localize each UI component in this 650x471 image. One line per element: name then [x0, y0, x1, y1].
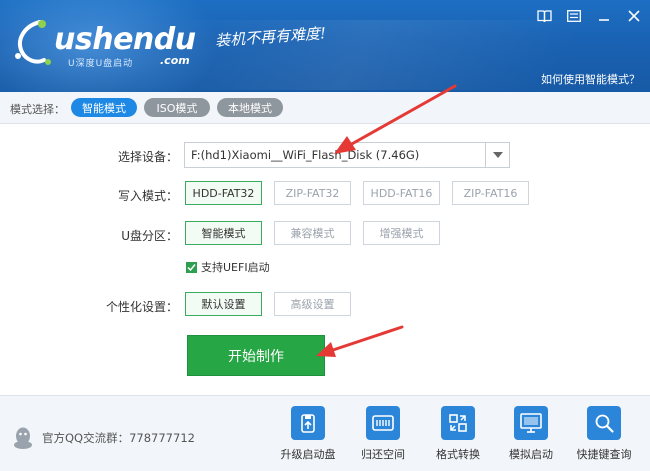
option-label: HDD-FAT16 — [370, 186, 433, 200]
tool-label: 归还空间 — [361, 448, 405, 461]
partition-label: U盘分区： — [121, 229, 178, 243]
minimize-button[interactable] — [596, 8, 612, 24]
tool-upgrade-usb[interactable]: 升级启动盘 — [273, 406, 343, 462]
hotkey-search-icon — [587, 406, 621, 440]
partition-option-smart[interactable]: 智能模式 — [185, 221, 262, 245]
option-label: HDD-FAT32 — [192, 186, 255, 200]
tab-smart-mode[interactable]: 智能模式 — [71, 98, 137, 117]
device-select[interactable]: F:(hd1)Xiaomi__WiFi_Flash_Disk (7.46G) — [184, 142, 510, 168]
option-label: 默认设置 — [201, 298, 246, 311]
window-controls — [536, 8, 642, 24]
tool-label: 升级启动盘 — [280, 448, 336, 461]
manual-button[interactable] — [536, 8, 552, 24]
logo-swirl-icon — [15, 20, 51, 65]
personal-option-advanced[interactable]: 高级设置 — [274, 292, 351, 316]
write-option-hdd-fat16[interactable]: HDD-FAT16 — [363, 181, 440, 205]
qq-group-text: 官方QQ交流群：778777712 — [42, 431, 195, 445]
close-icon — [628, 10, 640, 22]
restore-space-icon — [366, 406, 400, 440]
qq-group: 官方QQ交流群：778777712 — [12, 426, 195, 450]
tool-label: 格式转换 — [436, 448, 480, 461]
option-label: ZIP-FAT16 — [463, 186, 518, 200]
tab-iso-mode[interactable]: ISO模式 — [144, 98, 210, 117]
device-value: F:(hd1)Xiaomi__WiFi_Flash_Disk (7.46G) — [191, 148, 420, 162]
option-label: 智能模式 — [201, 227, 246, 240]
start-button-label: 开始制作 — [228, 348, 284, 365]
personal-option-default[interactable]: 默认设置 — [185, 292, 262, 316]
option-label: ZIP-FAT32 — [285, 186, 340, 200]
checkmark-icon — [187, 263, 196, 271]
tool-label: 模拟启动 — [509, 448, 553, 461]
partition-option-compatible[interactable]: 兼容模式 — [274, 221, 351, 245]
menu-icon — [567, 10, 581, 22]
arrow-to-start-button — [316, 325, 404, 357]
write-option-hdd-fat32[interactable]: HDD-FAT32 — [185, 181, 262, 205]
partition-option-enhanced[interactable]: 增强模式 — [363, 221, 440, 245]
simulate-boot-icon — [514, 406, 548, 440]
tool-label: 快捷键查询 — [576, 448, 632, 461]
chevron-down-icon — [492, 152, 503, 158]
menu-button[interactable] — [566, 8, 582, 24]
tool-restore-space[interactable]: 归还空间 — [348, 406, 418, 462]
ushendu-logo: ushendu U深度U盘启动 .com — [10, 16, 200, 72]
option-label: 兼容模式 — [290, 227, 335, 240]
logo-text: ushendu — [54, 22, 196, 57]
option-label: 高级设置 — [290, 298, 335, 311]
tool-format-convert[interactable]: 格式转换 — [423, 406, 493, 462]
device-dropdown-button[interactable] — [485, 143, 509, 167]
write-option-zip-fat16[interactable]: ZIP-FAT16 — [452, 181, 529, 205]
book-icon — [536, 9, 552, 22]
help-link[interactable]: 如何使用智能模式？ — [541, 71, 640, 87]
personal-label: 个性化设置： — [105, 300, 178, 314]
tool-simulate-boot[interactable]: 模拟启动 — [496, 406, 566, 462]
start-button[interactable]: 开始制作 — [187, 335, 325, 376]
upgrade-usb-icon — [291, 406, 325, 440]
tab-label: ISO模式 — [156, 101, 198, 115]
device-label: 选择设备： — [117, 150, 178, 164]
tool-hotkey-search[interactable]: 快捷键查询 — [569, 406, 639, 462]
uefi-checkbox[interactable]: 支持UEFI启动 — [186, 259, 270, 275]
tab-local-mode[interactable]: 本地模式 — [217, 98, 283, 117]
logo-domain: .com — [160, 54, 190, 67]
mode-bar: 模式选择： 智能模式 ISO模式 本地模式 — [0, 92, 650, 124]
write-mode-label: 写入模式： — [117, 189, 178, 203]
minimize-icon — [599, 19, 609, 21]
tab-label: 智能模式 — [82, 101, 126, 115]
uefi-label: 支持UEFI启动 — [201, 261, 270, 274]
format-convert-icon — [441, 406, 475, 440]
checkbox[interactable] — [186, 261, 197, 273]
option-label: 增强模式 — [379, 227, 424, 240]
mode-label: 模式选择： — [10, 103, 65, 116]
write-option-zip-fat32[interactable]: ZIP-FAT32 — [274, 181, 351, 205]
close-button[interactable] — [626, 8, 642, 24]
qq-penguin-icon — [14, 427, 32, 449]
logo-subtitle: U深度U盘启动 — [68, 59, 134, 69]
footer-toolbar: 官方QQ交流群：778777712 升级启动盘 归还空间 格式转换 模拟启动 快… — [0, 395, 650, 471]
app-header: ushendu U深度U盘启动 .com 装机不再有难度! 如何使用智能模式？ — [0, 0, 650, 92]
tab-label: 本地模式 — [228, 101, 272, 115]
